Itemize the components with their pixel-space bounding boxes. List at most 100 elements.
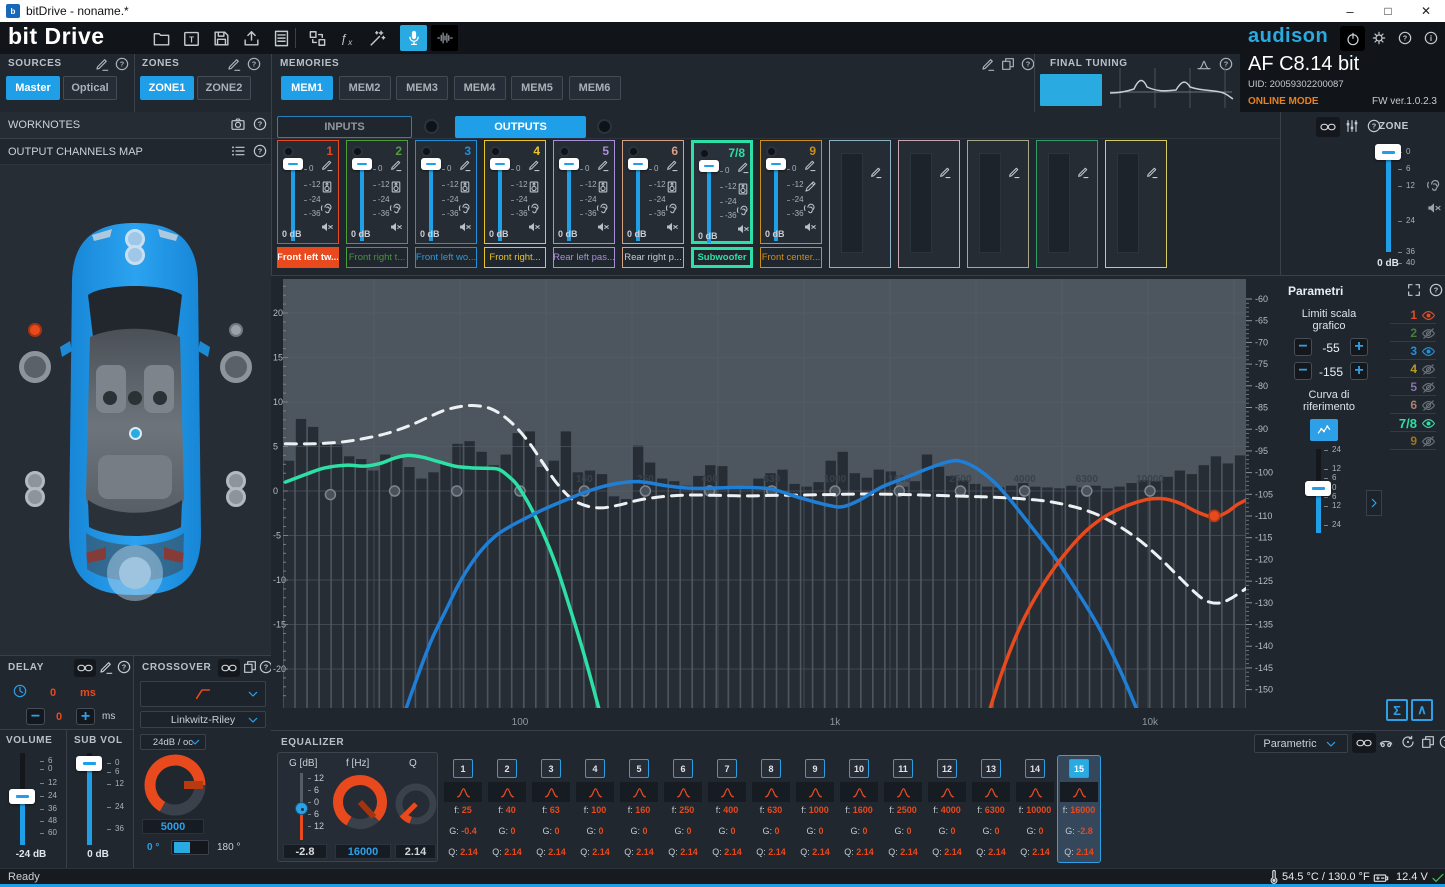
eq-band-3-q[interactable]: Q: 2.14 xyxy=(529,847,573,857)
eq-band-11-bell-icon[interactable] xyxy=(884,782,922,802)
eq-band-13-f[interactable]: f: 6300 xyxy=(969,805,1013,815)
eq-band-2-q[interactable]: Q: 2.14 xyxy=(485,847,529,857)
eq-band-14-g[interactable]: G: 0 xyxy=(1013,826,1057,836)
eye-off-icon[interactable] xyxy=(1421,398,1436,413)
channel-label-2[interactable]: Front right t... xyxy=(346,247,408,268)
channel-label-3[interactable]: Front left wo... xyxy=(415,247,477,268)
eq-band-1-g[interactable]: G: -0.4 xyxy=(441,826,485,836)
worknotes-help-icon[interactable]: ? xyxy=(252,116,268,132)
memory-button-mem6[interactable]: MEM6 xyxy=(569,76,621,100)
eq-band-11-button[interactable]: 11 xyxy=(893,759,913,778)
channel-led[interactable] xyxy=(699,148,710,159)
channel-strip-4[interactable]: 40-12-24-360 dB xyxy=(484,140,546,244)
memories-copy-icon[interactable] xyxy=(1000,56,1016,72)
eq-gain-handle[interactable] xyxy=(295,802,308,815)
channel-listen-icon[interactable] xyxy=(803,202,817,216)
tab-outputs[interactable]: OUTPUTS xyxy=(455,116,586,138)
channel-fader-handle[interactable] xyxy=(559,158,579,170)
channel-edit-icon[interactable] xyxy=(665,158,679,172)
eq-band-6-f[interactable]: f: 250 xyxy=(661,805,705,815)
eq-band-10-bell-icon[interactable] xyxy=(840,782,878,802)
eq-band-14-f[interactable]: f: 10000 xyxy=(1013,805,1057,815)
power-icon[interactable] xyxy=(1340,26,1365,51)
eq-band-12-bell-icon[interactable] xyxy=(928,782,966,802)
crossover-copy-icon[interactable] xyxy=(242,659,258,675)
limit-top-plus-button[interactable]: + xyxy=(1350,338,1368,356)
channel-led[interactable] xyxy=(490,146,501,157)
eq-channels-link-icon[interactable] xyxy=(1378,734,1394,750)
eq-reset-icon[interactable] xyxy=(1400,734,1416,750)
eq-band-1-q[interactable]: Q: 2.14 xyxy=(441,847,485,857)
sources-edit-icon[interactable] xyxy=(94,56,110,72)
empty-channel-strip-3[interactable] xyxy=(967,140,1029,268)
zone-sliders-icon[interactable] xyxy=(1344,118,1360,134)
delay-link-icon[interactable] xyxy=(74,659,96,677)
channel-strip-1[interactable]: 10-12-24-360 dB xyxy=(277,140,339,244)
eye-off-icon[interactable] xyxy=(1421,326,1436,341)
camera-icon[interactable] xyxy=(230,116,246,132)
memory-button-mem1[interactable]: MEM1 xyxy=(281,76,333,100)
channel-led[interactable] xyxy=(352,146,363,157)
eye-icon[interactable] xyxy=(1421,416,1436,431)
list-icon[interactable] xyxy=(230,143,246,159)
channel-edit-icon[interactable] xyxy=(736,160,750,174)
eye-icon[interactable] xyxy=(1421,344,1436,359)
eq-band-5-f[interactable]: f: 160 xyxy=(617,805,661,815)
car-map[interactable] xyxy=(0,165,271,655)
listening-position[interactable] xyxy=(129,427,142,440)
document-icon[interactable] xyxy=(268,25,294,51)
rear-right-speaker[interactable] xyxy=(225,471,247,509)
channel-pen-icon[interactable] xyxy=(803,180,817,194)
upload-icon[interactable] xyxy=(238,25,264,51)
channel-listen-icon[interactable] xyxy=(527,202,541,216)
eq-band-12-button[interactable]: 12 xyxy=(937,759,957,778)
limit-top-minus-button[interactable]: − xyxy=(1294,338,1312,356)
empty-strip-edit-icon[interactable] xyxy=(869,165,883,179)
eq-mode-dropdown[interactable]: Parametric xyxy=(1254,734,1348,753)
eq-band-7-g[interactable]: G: 0 xyxy=(705,826,749,836)
eq-band-10-g[interactable]: G: 0 xyxy=(837,826,881,836)
eq-band-15-g[interactable]: G: -2.8 xyxy=(1057,826,1101,836)
eq-band-2-bell-icon[interactable] xyxy=(488,782,526,802)
eye-off-icon[interactable] xyxy=(1421,362,1436,377)
limit-bottom-minus-button[interactable]: − xyxy=(1294,362,1312,380)
eq-band-3-f[interactable]: f: 63 xyxy=(529,805,573,815)
eq-band-3-bell-icon[interactable] xyxy=(532,782,570,802)
crossover-shape-dropdown[interactable] xyxy=(140,681,266,707)
eq-band-4-button[interactable]: 4 xyxy=(585,759,605,778)
delay-edit-icon[interactable] xyxy=(98,659,114,675)
eq-band-12-g[interactable]: G: 0 xyxy=(925,826,969,836)
eq-band-2-f[interactable]: f: 40 xyxy=(485,805,529,815)
channel-led[interactable] xyxy=(628,146,639,157)
front-right-woofer[interactable] xyxy=(220,351,252,383)
eq-band-9-f[interactable]: f: 1000 xyxy=(793,805,837,815)
sources-help-icon[interactable]: ? xyxy=(114,56,130,72)
channel-mute-icon[interactable] xyxy=(736,222,750,236)
zone-ear-icon[interactable] xyxy=(1426,178,1442,194)
eq-band-5-button[interactable]: 5 xyxy=(629,759,649,778)
eq-band-8-g[interactable]: G: 0 xyxy=(749,826,793,836)
front-left-woofer[interactable] xyxy=(19,351,51,383)
channel-listen-icon[interactable] xyxy=(665,202,679,216)
channel-edit-icon[interactable] xyxy=(320,158,334,172)
empty-channel-strip-2[interactable] xyxy=(898,140,960,268)
channel-mute-icon[interactable] xyxy=(596,220,610,234)
delay-help-icon[interactable]: ? xyxy=(116,659,132,675)
eq-band-4-bell-icon[interactable] xyxy=(576,782,614,802)
channel-listen-icon[interactable] xyxy=(389,202,403,216)
channel-led[interactable] xyxy=(283,146,294,157)
channel-fader-handle[interactable] xyxy=(699,160,719,172)
front-right-tweeter[interactable] xyxy=(229,323,243,337)
rear-left-speaker[interactable] xyxy=(24,471,46,509)
eq-band-14-button[interactable]: 14 xyxy=(1025,759,1045,778)
eq-band-14-q[interactable]: Q: 2.14 xyxy=(1013,847,1057,857)
eq-band-11-g[interactable]: G: 0 xyxy=(881,826,925,836)
eq-band-4-g[interactable]: G: 0 xyxy=(573,826,617,836)
channel-fader-handle[interactable] xyxy=(352,158,372,170)
eq-band-3-g[interactable]: G: 0 xyxy=(529,826,573,836)
channel-mute-icon[interactable] xyxy=(458,220,472,234)
empty-strip-edit-icon[interactable] xyxy=(1145,165,1159,179)
channel-listen-icon[interactable] xyxy=(320,202,334,216)
maximize-button[interactable]: □ xyxy=(1369,0,1407,22)
eq-band-15-button[interactable]: 15 xyxy=(1069,759,1089,778)
